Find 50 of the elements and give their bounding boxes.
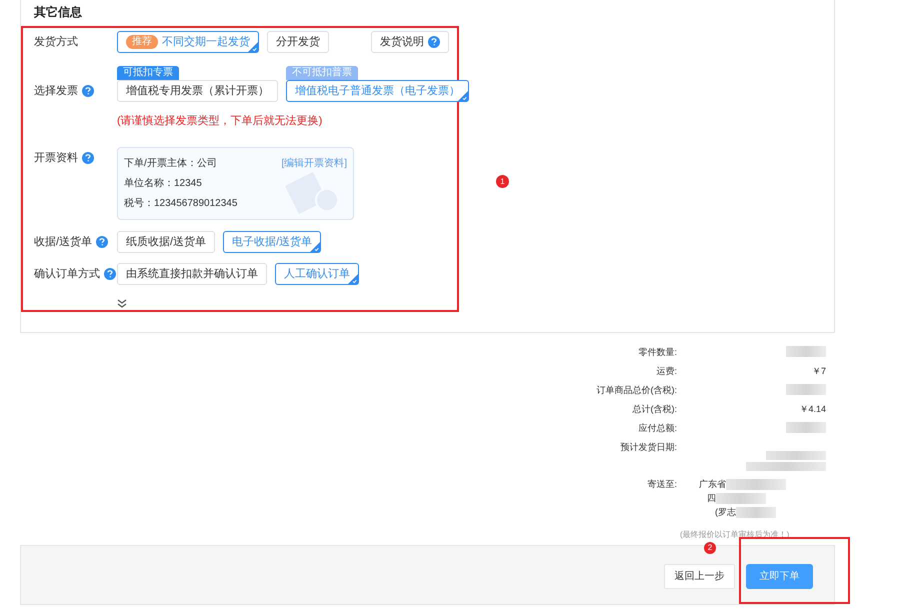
expand-chevron-icon[interactable] bbox=[117, 299, 127, 308]
annotation-marker: 2 bbox=[704, 542, 716, 554]
help-icon[interactable] bbox=[96, 236, 108, 248]
field-label: 收据/送货单 bbox=[34, 234, 92, 250]
blurred-block bbox=[726, 478, 786, 490]
option-button[interactable]: 纸质收据/送货单 bbox=[117, 231, 216, 253]
blurred-block bbox=[716, 492, 766, 504]
blurred-block bbox=[736, 506, 776, 518]
field-label: 发货方式 bbox=[34, 34, 78, 50]
card-text: 下单/开票主体：公司 bbox=[124, 156, 217, 171]
blurred-block bbox=[766, 451, 826, 460]
check-corner-icon bbox=[348, 274, 358, 284]
help-icon[interactable] bbox=[82, 152, 94, 164]
option-button[interactable]: 由系统直接扣款并确认订单 bbox=[117, 263, 267, 285]
summary-label: 应付总额: bbox=[638, 422, 677, 434]
address-text: 广东省 bbox=[699, 478, 726, 490]
blurred-block bbox=[786, 422, 826, 433]
help-icon[interactable] bbox=[428, 36, 440, 48]
check-corner-icon bbox=[248, 42, 258, 52]
summary-label: 零件数量: bbox=[638, 346, 677, 358]
option-button[interactable]: 增值税专用发票（累计开票） bbox=[117, 80, 278, 102]
summary-label: 寄送至: bbox=[647, 478, 677, 490]
address-text: 四 bbox=[707, 492, 716, 504]
help-icon[interactable] bbox=[104, 268, 116, 280]
summary-label: 运费: bbox=[656, 365, 677, 377]
blurred-block bbox=[786, 384, 826, 395]
summary-label: 总计(含税): bbox=[632, 403, 677, 415]
summary-label: 预计发货日期: bbox=[620, 441, 677, 453]
recommend-badge: 推荐 bbox=[126, 35, 158, 49]
summary-label: 订单商品总价(含税): bbox=[596, 384, 677, 396]
blurred-block bbox=[786, 346, 826, 357]
section-title: 其它信息 bbox=[34, 4, 82, 21]
warning-text: (请谨慎选择发票类型，下单后就无法更换) bbox=[117, 115, 322, 127]
field-label: 开票资料 bbox=[34, 150, 78, 166]
check-corner-icon bbox=[310, 242, 320, 252]
info-button[interactable]: 发货说明 bbox=[371, 31, 449, 53]
check-corner-icon bbox=[458, 91, 468, 101]
summary-value: ￥4.14 bbox=[799, 403, 826, 415]
card-text: 单位名称：12345 bbox=[124, 176, 202, 191]
field-label: 确认订单方式 bbox=[34, 266, 100, 282]
invoice-tag: 不可抵扣普票 bbox=[286, 66, 358, 80]
help-icon[interactable] bbox=[82, 85, 94, 97]
field-label: 选择发票 bbox=[34, 84, 78, 99]
annotation-marker: 1 bbox=[496, 175, 509, 188]
summary-value: ￥7 bbox=[812, 365, 826, 377]
option-button[interactable]: 分开发货 bbox=[267, 31, 329, 53]
invoice-tag: 可抵扣专票 bbox=[117, 66, 179, 80]
back-button[interactable]: 返回上一步 bbox=[664, 564, 735, 588]
card-text: 税号：123456789012345 bbox=[124, 196, 238, 211]
address-text: (罗志 bbox=[715, 506, 736, 518]
